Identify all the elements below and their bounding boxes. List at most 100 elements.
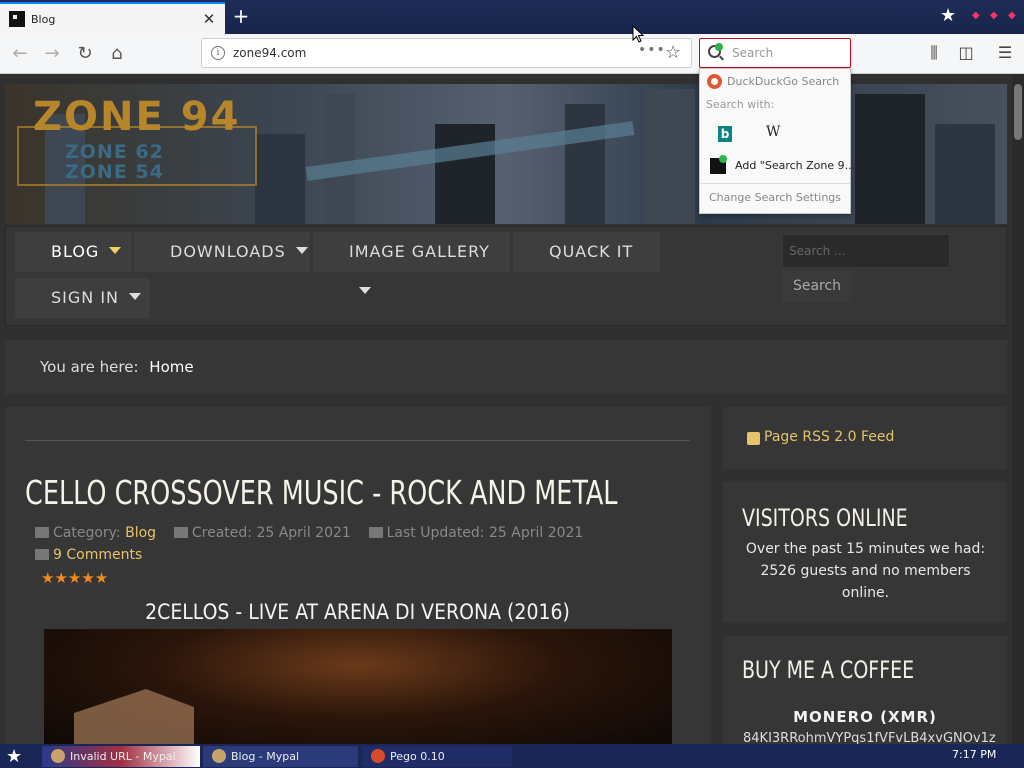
site-search-button[interactable]: Search [782,270,852,302]
comments-link[interactable]: 9 Comments [35,547,142,563]
url-text[interactable]: zone94.com [233,46,306,60]
close-tab-icon[interactable]: ✕ [199,10,219,28]
coffee-module: BUY ME A COFFEE MONERO (XMR) 84KI3RRohmV… [723,636,1007,744]
visitors-title: VISITORS ONLINE [742,504,908,532]
divider [700,183,850,184]
forward-icon[interactable]: → [40,42,64,66]
site-logo[interactable]: ZONE 94 [33,94,240,140]
back-icon[interactable]: ← [8,42,32,66]
breadcrumb-home: Home [149,358,194,376]
video-player[interactable] [44,629,672,744]
calendar-icon [368,527,383,538]
chevron-down-icon [109,247,122,254]
article-panel: CELLO CROSSOVER MUSIC - ROCK AND METAL C… [5,407,711,744]
default-engine-label[interactable]: DuckDuckGo Search [727,75,839,88]
change-search-settings-button[interactable]: Change Search Settings [700,191,850,204]
web-page: ZONE 94 ZONE 62 ZONE 54 BLOG DOWNLOADS I… [0,74,1012,744]
duckduckgo-icon [707,74,722,89]
rss-icon [747,432,760,445]
sidebar-icon[interactable]: ◫ [955,42,977,64]
rss-module: Page RSS 2.0 Feed [723,407,1007,469]
search-with-label: Search with: [706,98,775,111]
taskbar-item-blog[interactable]: Blog - Mypal [203,746,358,767]
folder-icon [35,527,49,538]
category-link[interactable]: Blog [125,525,156,541]
os-taskbar: ★ Invalid URL - Mypal Blog - Mypal Pego … [0,744,1024,768]
menu-item-blog[interactable]: BLOG [15,232,132,272]
video-title: 2CELLOS - LIVE AT ARENA DI VERONA (2016) [145,600,570,624]
menu-item-quack-it[interactable]: QUACK IT [513,232,660,272]
page-actions-icon[interactable]: ••• [638,42,666,58]
browser-search-box[interactable]: Search [699,38,851,68]
url-bar[interactable]: i zone94.com ••• ☆ [201,38,692,68]
search-engine-popup: DuckDuckGo Search Search with: b W Add "… [699,68,855,214]
tab-strip: Blog ✕ + ★ ◆ ◆ ◆ [0,0,1024,34]
new-tab-button[interactable]: + [229,5,253,29]
wikipedia-icon[interactable]: W [766,124,780,140]
taskbar-item-invalid-url[interactable]: Invalid URL - Mypal [42,746,200,767]
coffee-title: BUY ME A COFFEE [742,656,915,684]
bing-icon[interactable]: b [718,126,732,142]
scrollbar-thumb[interactable] [1014,84,1022,140]
visitors-text: Over the past 15 minutes we had: 2526 gu… [745,541,986,601]
page-scrollbar[interactable] [1012,74,1024,744]
article-title[interactable]: CELLO CROSSOVER MUSIC - ROCK AND METAL [25,473,618,512]
mypal-icon [212,749,226,763]
site-logo-sub: ZONE 62 ZONE 54 [65,142,164,182]
reload-icon[interactable]: ↻ [73,42,97,66]
add-engine-badge-icon [715,43,723,51]
chevron-down-icon [359,287,371,294]
tab-blog[interactable]: Blog ✕ [0,2,225,34]
chevron-down-icon [129,293,142,300]
menu-item-label: SIGN IN [51,288,120,307]
site-search-input[interactable]: Search ... [782,234,950,268]
comment-icon [35,549,49,560]
search-placeholder: Search [732,46,774,60]
navigation-toolbar: ← → ↻ ⌂ i zone94.com ••• ☆ Search ⫼ ◫ ☰ [0,34,1024,74]
menu-item-label: QUACK IT [549,242,634,261]
menu-item-image-gallery[interactable]: IMAGE GALLERY [313,232,510,294]
divider [25,440,690,441]
site-info-icon[interactable]: i [211,46,225,60]
monero-address[interactable]: 84KI3RRohmVYPqs1fVFvLB4xvGNOv1z [743,731,996,744]
taskbar-item-pego[interactable]: Pego 0.10 [362,746,512,767]
chevron-down-icon [295,247,308,254]
start-icon[interactable]: ★ [6,746,22,767]
menu-icon[interactable]: ☰ [994,42,1016,64]
monero-label: MONERO (XMR) [793,708,937,726]
minimize-icon[interactable]: ◆ [972,10,986,22]
breadcrumb: You are here: Home [5,340,1007,394]
add-search-engine-item[interactable]: Add "Search Zone 9... [735,159,855,172]
menu-item-label: DOWNLOADS [170,242,286,261]
tab-title: Blog [31,12,56,26]
menu-item-downloads[interactable]: DOWNLOADS [134,232,310,272]
breadcrumb-prefix: You are here: [40,358,139,376]
article-meta: Category: Blog Created: 25 April 2021 La… [35,525,583,541]
updated-date: Last Updated: 25 April 2021 [386,525,584,541]
add-search-engine-icon [710,155,727,174]
created-date: Created: 25 April 2021 [191,525,351,541]
taskbar-item-label: Pego 0.10 [390,750,445,763]
maximize-icon[interactable]: ◆ [990,10,1004,22]
bookmark-star-icon[interactable]: ☆ [665,42,681,63]
pego-icon [371,749,385,763]
rss-link[interactable]: Page RSS 2.0 Feed [764,429,894,445]
home-icon[interactable]: ⌂ [105,42,129,66]
logo-sub-line-2: ZONE 54 [65,161,164,183]
taskbar-item-label: Invalid URL - Mypal [70,750,176,763]
menu-item-label: BLOG [51,242,100,261]
site-banner[interactable]: ZONE 94 ZONE 62 ZONE 54 [5,84,1007,224]
window-close-icon[interactable]: ◆ [1008,10,1022,22]
library-icon[interactable]: ⫼ [923,42,945,64]
category-label: Category: [53,525,121,541]
comments-count: 9 Comments [53,547,143,563]
menu-item-sign-in[interactable]: SIGN IN [15,278,150,318]
system-clock: 7:17 PM [952,748,997,761]
rating-stars[interactable]: ★★★★★ [41,569,108,587]
mouse-cursor-icon [632,25,644,43]
calendar-icon [173,527,188,538]
arena-image [74,689,194,744]
taskbar-item-label: Blog - Mypal [231,750,300,763]
menu-item-label: IMAGE GALLERY [349,242,490,261]
star-icon: ★ [940,5,957,26]
